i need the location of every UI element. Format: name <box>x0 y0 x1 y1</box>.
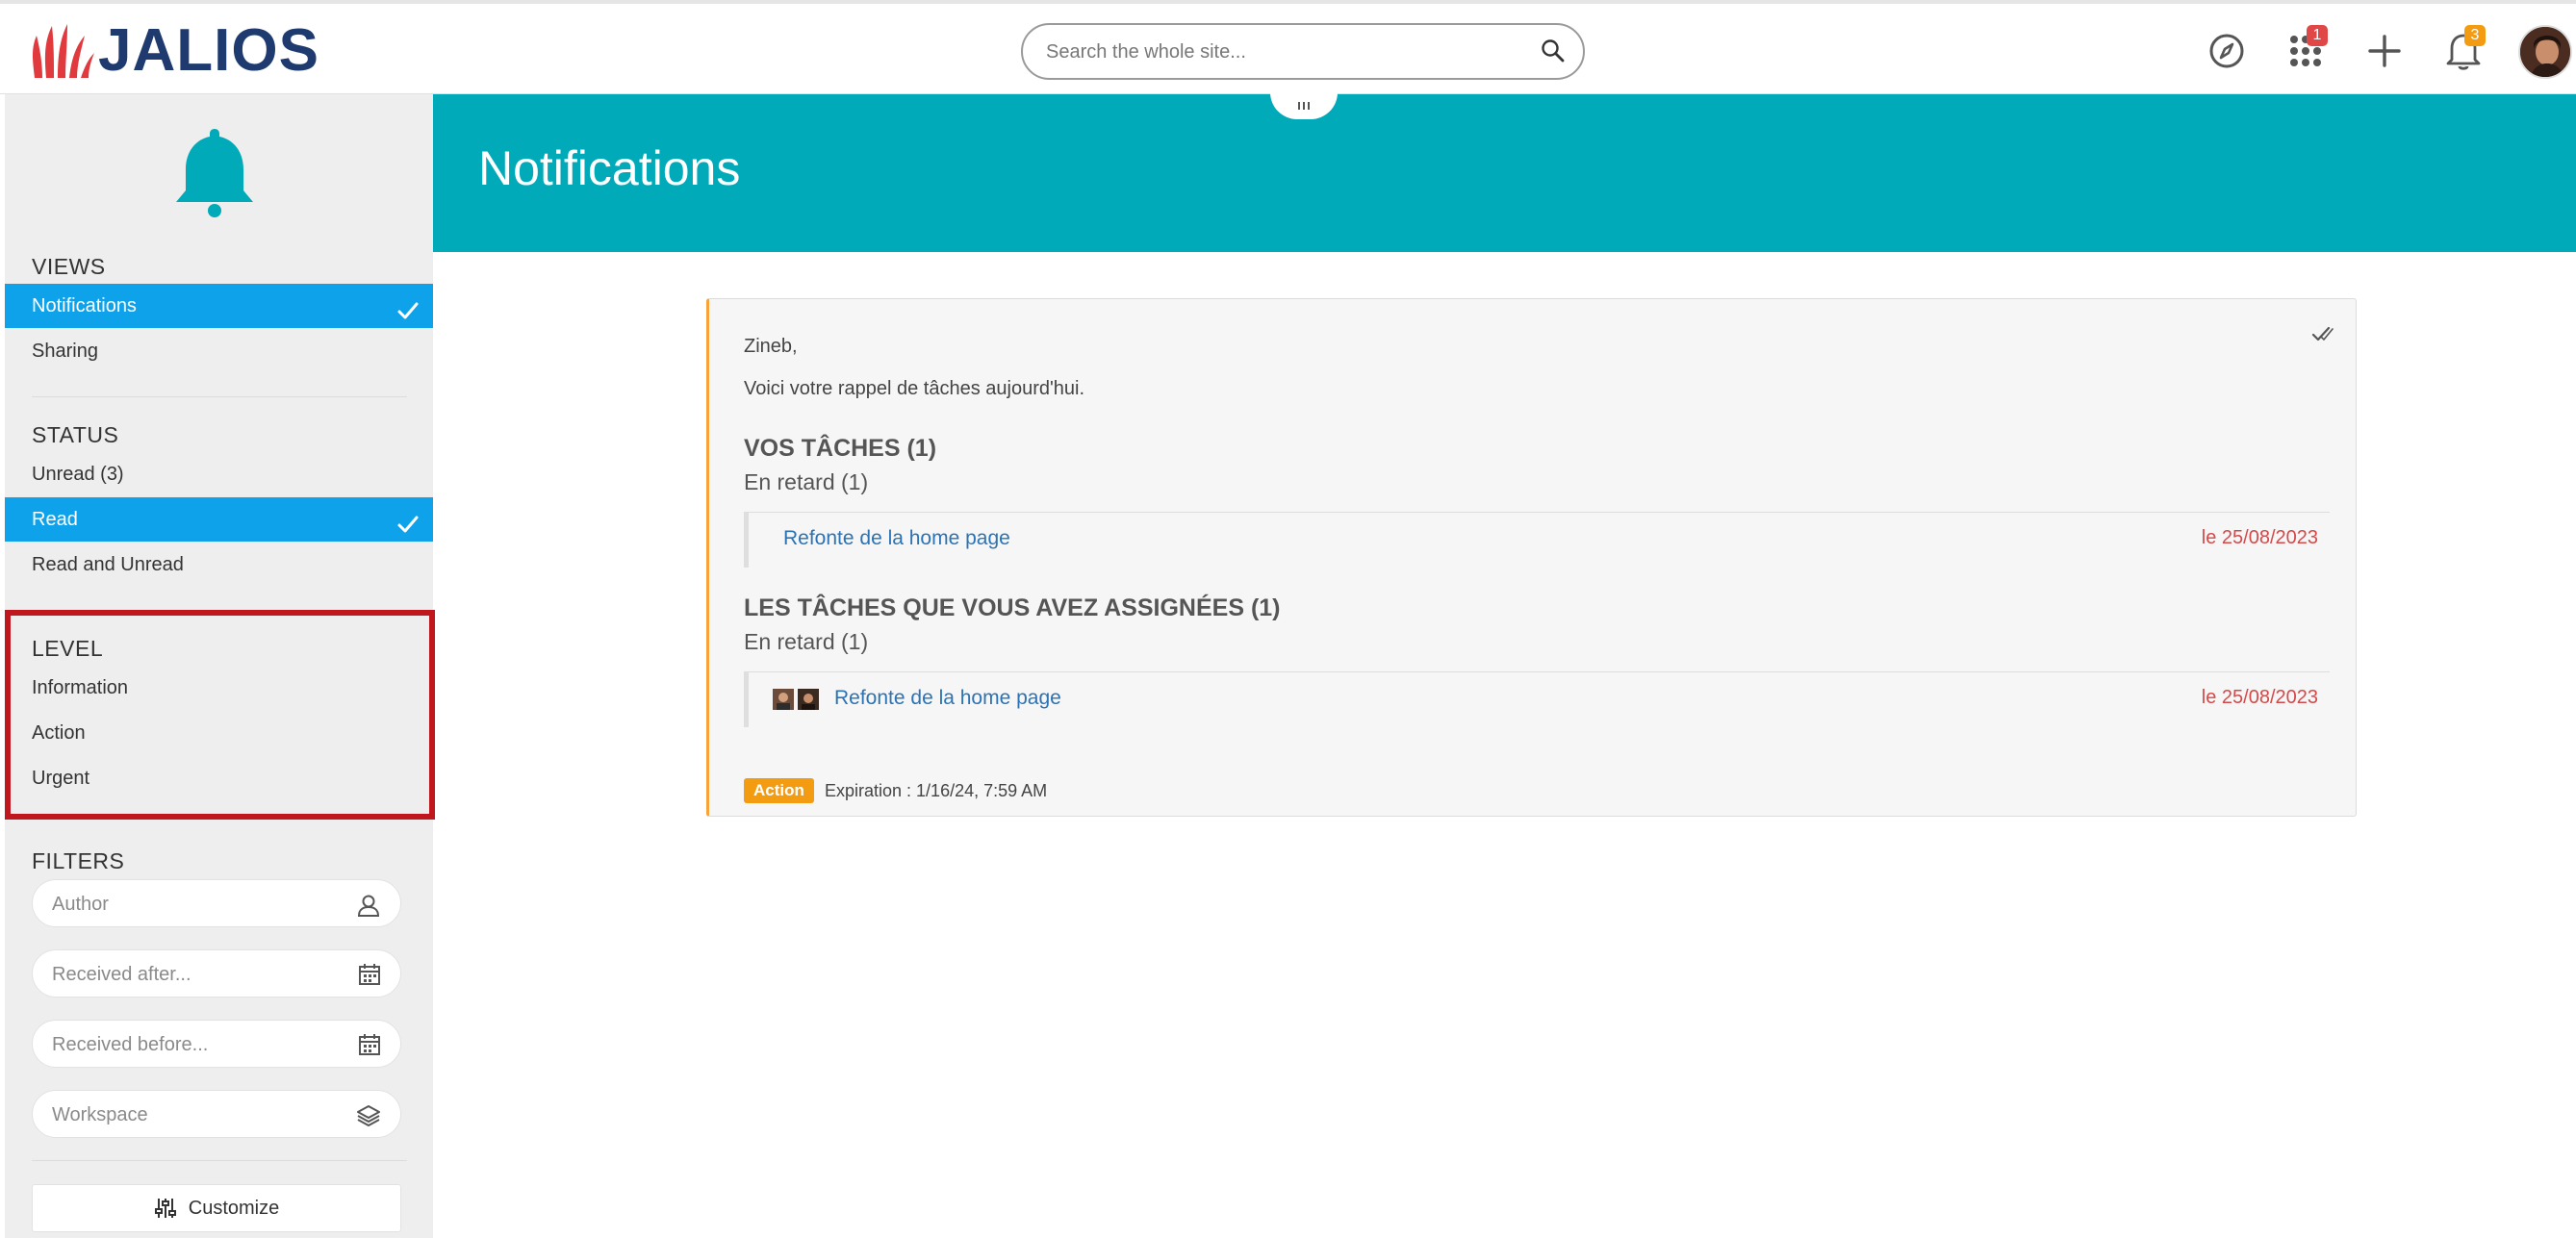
assignee-avatar[interactable] <box>798 689 819 710</box>
sidebar-item-urgent[interactable]: Urgent <box>5 756 433 800</box>
search-input[interactable] <box>1046 35 1508 69</box>
level-badge: Action <box>744 778 814 803</box>
workspace-input[interactable] <box>52 1102 341 1127</box>
section-title-my-tasks: VOS TÂCHES (1) <box>744 435 937 462</box>
author-input[interactable] <box>52 892 341 917</box>
sidebar-item-label: Read and Unread <box>32 554 184 575</box>
sidebar-item-read[interactable]: Read <box>5 497 433 542</box>
sidebar: VIEWS Notifications Sharing STATUS Unrea… <box>5 94 435 1238</box>
section-subtitle-overdue: En retard (1) <box>744 629 869 654</box>
notifications-badge: 3 <box>2464 25 2486 46</box>
received-after-filter[interactable] <box>32 949 401 998</box>
sidebar-item-label: Read <box>32 509 78 530</box>
task-due-date: le 25/08/2023 <box>2201 687 2318 708</box>
sidebar-item-action[interactable]: Action <box>5 711 433 755</box>
sidebar-item-sharing[interactable]: Sharing <box>5 329 433 373</box>
sidebar-item-notifications[interactable]: Notifications <box>5 284 433 328</box>
sidebar-divider <box>32 1160 407 1161</box>
site-search[interactable] <box>1021 23 1585 80</box>
level-title: LEVEL <box>32 636 104 661</box>
section-subtitle-overdue: En retard (1) <box>744 469 869 494</box>
apps-badge: 1 <box>2307 25 2328 46</box>
section-title-assigned-tasks: LES TÂCHES QUE VOUS AVEZ ASSIGNÉES (1) <box>744 594 1281 621</box>
layers-icon <box>356 1103 381 1133</box>
received-after-input[interactable] <box>52 962 341 987</box>
received-before-filter[interactable] <box>32 1020 401 1068</box>
author-filter[interactable] <box>32 879 401 927</box>
logo-text: JALIOS <box>98 17 319 84</box>
logo-mark-icon <box>33 24 94 78</box>
apps-grid-icon[interactable]: 1 <box>2282 25 2330 75</box>
sidebar-divider <box>32 396 407 397</box>
assignee-avatar[interactable] <box>773 689 794 710</box>
collapse-grip-icon <box>1298 102 1310 110</box>
notifications-bell-icon[interactable]: 3 <box>2439 25 2487 75</box>
sidebar-item-label: Action <box>32 722 86 744</box>
page-title: Notifications <box>478 141 741 195</box>
received-before-input[interactable] <box>52 1032 341 1057</box>
sidebar-item-label: Information <box>32 677 129 698</box>
sidebar-item-label: Notifications <box>32 295 137 316</box>
task-row: Refonte de la home page le 25/08/2023 <box>744 512 2330 568</box>
add-plus-icon[interactable] <box>2360 27 2409 75</box>
jalios-logo[interactable]: JALIOS <box>29 19 319 83</box>
views-title: VIEWS <box>32 254 106 279</box>
intro-text: Voici votre rappel de tâches aujourd'hui… <box>744 378 1085 399</box>
status-title: STATUS <box>32 422 119 447</box>
sidebar-item-label: Sharing <box>32 341 98 362</box>
task-link[interactable]: Refonte de la home page <box>834 687 1061 710</box>
calendar-icon[interactable] <box>358 1033 381 1061</box>
explore-compass-icon[interactable] <box>2203 27 2251 75</box>
greeting-text: Zineb, <box>744 336 798 357</box>
calendar-icon[interactable] <box>358 963 381 991</box>
page-banner: Notifications <box>433 94 2576 252</box>
notification-card[interactable]: Zineb, Voici votre rappel de tâches aujo… <box>706 298 2357 817</box>
task-row: Refonte de la home page le 25/08/2023 <box>744 671 2330 727</box>
search-icon[interactable] <box>1541 38 1566 68</box>
sidebar-item-read-and-unread[interactable]: Read and Unread <box>5 543 433 587</box>
sidebar-item-label: Unread (3) <box>32 464 124 485</box>
sliders-icon <box>154 1199 176 1218</box>
sidebar-item-information[interactable]: Information <box>5 666 433 710</box>
task-link[interactable]: Refonte de la home page <box>783 527 1010 550</box>
task-due-date: le 25/08/2023 <box>2201 527 2318 548</box>
sidebar-item-label: Urgent <box>32 768 90 789</box>
user-avatar[interactable] <box>2518 25 2572 79</box>
sidebar-bell-icon <box>166 123 263 224</box>
customize-label: Customize <box>188 1197 280 1219</box>
top-header: JALIOS 1 3 <box>0 0 2576 94</box>
sidebar-item-unread[interactable]: Unread (3) <box>5 452 433 496</box>
customize-button[interactable]: Customize <box>32 1184 401 1232</box>
expiration-text: Expiration : 1/16/24, 7:59 AM <box>825 781 1048 800</box>
filters-title: FILTERS <box>32 848 125 873</box>
workspace-filter[interactable] <box>32 1090 401 1138</box>
mark-as-read-icon[interactable] <box>2311 322 2334 350</box>
user-icon <box>356 893 381 922</box>
